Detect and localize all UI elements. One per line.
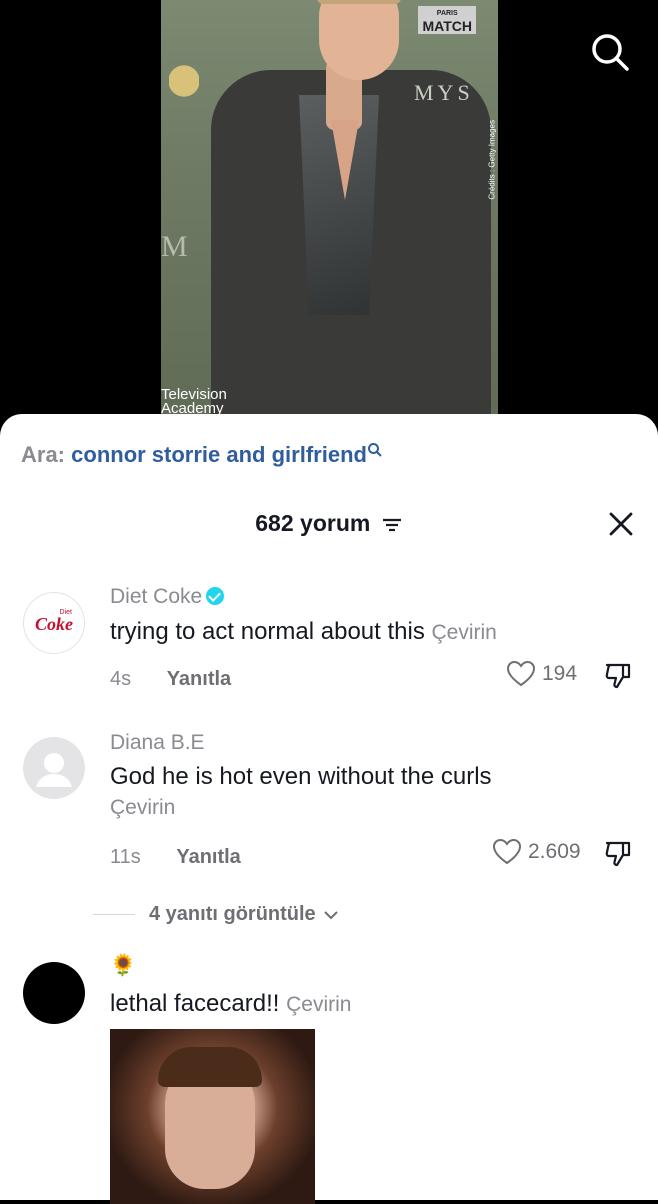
- verified-badge-icon: [206, 587, 225, 605]
- photo-background-text: MYS: [414, 80, 474, 105]
- search-query-link[interactable]: connor storrie and girlfriend: [71, 442, 367, 467]
- photo-hair: [317, 0, 401, 4]
- comment-body: lethal facecard!!: [110, 990, 280, 1017]
- comment-username[interactable]: 🌻: [110, 954, 136, 978]
- like-button[interactable]: 194: [506, 660, 577, 688]
- comment-gif-image[interactable]: [110, 1029, 315, 1204]
- dislike-button[interactable]: [603, 838, 633, 868]
- comment-count: 682 yorum: [255, 510, 371, 536]
- search-button[interactable]: [588, 30, 632, 74]
- search-prefix: Ara:: [21, 442, 66, 467]
- replies-divider: [93, 914, 135, 915]
- translate-link[interactable]: Çevirin: [286, 993, 351, 1016]
- close-icon: [609, 512, 633, 536]
- dislike-button[interactable]: [603, 660, 633, 690]
- paris-match-logo: PARIS MATCH: [418, 6, 476, 34]
- photo-head: [319, 0, 399, 80]
- view-replies-label: 4 yanıtı görüntüle: [149, 903, 316, 925]
- comment-time: 11s: [110, 846, 141, 868]
- heart-icon: [492, 838, 522, 865]
- video-photo: MYS M PARIS MATCH Crédits : Getty Images…: [161, 0, 498, 440]
- avatar-diet-coke[interactable]: Diet Coke: [23, 592, 85, 654]
- comment-body: God he is hot even without the curls: [110, 763, 492, 790]
- related-search[interactable]: Ara: connor storrie and girlfriend: [21, 442, 383, 468]
- username-label: Diet Coke: [110, 585, 203, 608]
- thumbs-down-icon: [605, 663, 631, 689]
- like-count: 2.609: [528, 840, 581, 863]
- translate-link[interactable]: Çevirin: [110, 796, 175, 820]
- comments-header: 682 yorum: [0, 510, 658, 537]
- comment-username[interactable]: Diet Coke: [110, 585, 225, 609]
- default-avatar-icon: [36, 753, 72, 787]
- comment-text: lethal facecard!! Çevirin: [110, 987, 351, 1021]
- emmy-statue-icon: [169, 60, 199, 130]
- view-replies-button[interactable]: 4 yanıtı görüntüle: [93, 903, 340, 926]
- thumbs-down-icon: [605, 841, 631, 867]
- close-button[interactable]: [607, 510, 635, 538]
- comments-sheet: Ara: connor storrie and girlfriend 682 y…: [0, 414, 658, 1204]
- paris-match-logo-main: MATCH: [422, 18, 472, 34]
- like-count: 194: [542, 662, 578, 685]
- comment-username[interactable]: Diana B.E: [110, 731, 205, 755]
- photo-caption: Television Academy: [161, 387, 227, 416]
- like-button[interactable]: 2.609: [492, 838, 581, 866]
- translate-link[interactable]: Çevirin: [432, 621, 497, 644]
- comment-meta: 11s Yanıtla: [110, 846, 241, 869]
- gif-hair: [158, 1047, 262, 1087]
- avatar-default[interactable]: [23, 737, 85, 799]
- photo-background-text-2: M: [161, 230, 188, 263]
- comment-meta: 4s Yanıtla: [110, 668, 231, 691]
- chevron-down-icon: [323, 910, 338, 919]
- search-small-icon: [367, 443, 382, 457]
- search-icon: [592, 34, 629, 71]
- avatar-black[interactable]: [23, 962, 85, 1024]
- reply-button[interactable]: Yanıtla: [167, 668, 231, 690]
- sort-filter-icon[interactable]: [381, 516, 403, 534]
- reply-button[interactable]: Yanıtla: [176, 846, 240, 868]
- video-area[interactable]: MYS M PARIS MATCH Crédits : Getty Images…: [0, 0, 658, 440]
- comment-text: trying to act normal about this Çevirin: [110, 615, 497, 649]
- comment-body: trying to act normal about this: [110, 618, 425, 645]
- photo-credits: Crédits : Getty Images: [488, 120, 497, 200]
- diet-coke-logo: Coke: [35, 614, 73, 634]
- heart-icon: [506, 660, 536, 687]
- comment-time: 4s: [110, 668, 132, 690]
